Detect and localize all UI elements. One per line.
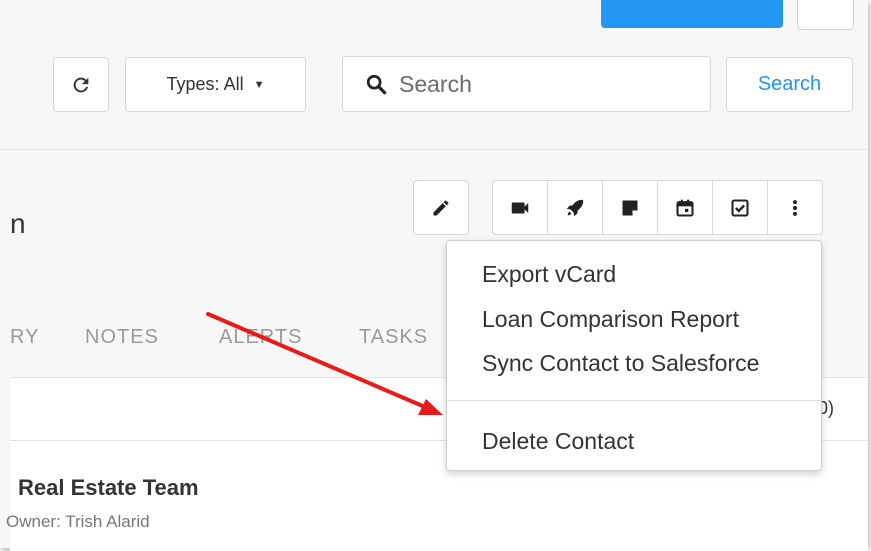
menu-divider <box>447 400 821 401</box>
types-filter-dropdown[interactable]: Types: All ▼ <box>125 57 306 112</box>
refresh-button[interactable] <box>53 57 109 112</box>
more-options-menu: Export vCard Loan Comparison Report Sync… <box>446 240 822 471</box>
refresh-icon <box>73 77 89 92</box>
add-note-button[interactable] <box>603 181 658 234</box>
checkbox-icon <box>731 198 749 217</box>
contact-name: n <box>10 208 26 239</box>
add-task-button[interactable] <box>713 181 768 234</box>
menu-item-sync-salesforce[interactable]: Sync Contact to Salesforce <box>482 350 759 377</box>
rocket-icon <box>566 199 584 216</box>
schedule-button[interactable] <box>658 181 713 234</box>
types-filter-label: Types: All <box>166 74 244 94</box>
more-vertical-icon <box>793 199 797 216</box>
search-input[interactable] <box>397 69 691 99</box>
edit-contact-button[interactable] <box>413 180 469 235</box>
search-field[interactable] <box>342 56 711 112</box>
secondary-action-button[interactable] <box>797 0 854 30</box>
menu-item-loan-comparison-report[interactable]: Loan Comparison Report <box>482 306 739 333</box>
note-icon <box>622 200 638 215</box>
search-icon <box>366 74 387 95</box>
calendar-icon <box>676 199 694 217</box>
primary-action-button[interactable] <box>601 0 783 28</box>
tab-tasks[interactable]: TASKS <box>359 326 428 349</box>
tab-notes[interactable]: NOTES <box>85 326 159 349</box>
menu-item-export-vcard[interactable]: Export vCard <box>482 261 616 288</box>
toolbar-divider <box>0 149 868 150</box>
contact-actions-toolbar <box>492 180 823 235</box>
caret-down-icon: ▼ <box>253 78 265 91</box>
menu-item-delete-contact[interactable]: Delete Contact <box>482 428 634 455</box>
team-name[interactable]: Real Estate Team <box>18 475 199 501</box>
tab-alerts[interactable]: ALERTS <box>219 326 302 349</box>
search-button[interactable]: Search <box>726 57 853 112</box>
pencil-icon <box>433 199 449 215</box>
video-call-button[interactable] <box>493 181 548 234</box>
tab-activity[interactable]: RY <box>10 326 39 349</box>
owner-label: Owner: Trish Alarid <box>6 512 150 531</box>
more-options-button[interactable] <box>768 181 822 234</box>
video-icon <box>511 202 529 213</box>
launch-button[interactable] <box>548 181 603 234</box>
search-button-label: Search <box>757 73 822 95</box>
